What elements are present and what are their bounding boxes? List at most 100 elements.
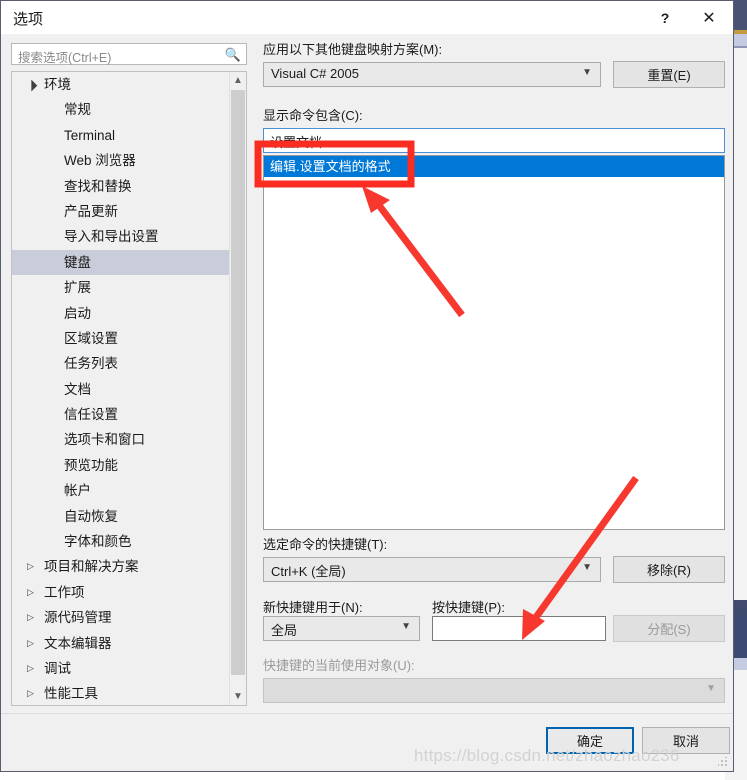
sidebar-item-4[interactable]: 查找和替换 bbox=[12, 174, 230, 199]
expander-collapsed-icon[interactable]: ▷ bbox=[27, 656, 39, 681]
reset-button[interactable]: 重置(E) bbox=[613, 61, 725, 88]
sidebar-item-14[interactable]: 选项卡和窗口 bbox=[12, 427, 230, 452]
new-shortcut-select[interactable]: 全局 ▼ bbox=[263, 616, 420, 641]
shortcuts-label: 选定命令的快捷键(T): bbox=[263, 537, 388, 552]
search-input[interactable]: 搜索选项(Ctrl+E) 🔍 bbox=[11, 43, 247, 65]
sidebar-item-23[interactable]: ▷ 调试 bbox=[12, 656, 230, 681]
command-filter-input[interactable]: 设置文档 bbox=[263, 128, 725, 153]
sidebar-item-24[interactable]: ▷ 性能工具 bbox=[12, 681, 230, 705]
new-shortcut-value: 全局 bbox=[271, 623, 298, 638]
sidebar-item-label: 帐户 bbox=[64, 483, 91, 499]
sidebar-item-0[interactable]: ◢ 环境 bbox=[12, 72, 230, 97]
expander-collapsed-icon[interactable]: ▷ bbox=[27, 554, 39, 579]
resize-grip[interactable] bbox=[718, 757, 728, 767]
sidebar-item-label: 任务列表 bbox=[64, 356, 118, 372]
list-item[interactable]: 编辑.设置文档的格式 bbox=[264, 156, 724, 177]
sidebar-item-label: 性能工具 bbox=[44, 686, 98, 702]
press-shortcut-label: 按快捷键(P): bbox=[432, 600, 505, 615]
sidebar-item-label: 字体和颜色 bbox=[64, 534, 132, 550]
expander-collapsed-icon[interactable]: ▷ bbox=[27, 681, 39, 705]
chevron-down-icon: ▼ bbox=[706, 683, 716, 694]
sidebar-item-label: 常规 bbox=[64, 102, 91, 118]
sidebar-item-5[interactable]: 产品更新 bbox=[12, 199, 230, 224]
sidebar-item-16[interactable]: 帐户 bbox=[12, 478, 230, 503]
shortcuts-select[interactable]: Ctrl+K (全局) ▼ bbox=[263, 557, 601, 582]
expander-expanded-icon[interactable]: ◢ bbox=[20, 72, 46, 98]
expander-collapsed-icon[interactable]: ▷ bbox=[27, 605, 39, 630]
mapping-scheme-select[interactable]: Visual C# 2005 ▼ bbox=[263, 62, 601, 87]
current-used-select: ▼ bbox=[263, 678, 725, 703]
sidebar-item-13[interactable]: 信任设置 bbox=[12, 402, 230, 427]
sidebar-item-label: 自动恢复 bbox=[64, 508, 118, 524]
sidebar-item-7[interactable]: 键盘 bbox=[12, 249, 230, 276]
sidebar-item-label: Terminal bbox=[64, 127, 116, 143]
sidebar-item-label: 导入和导出设置 bbox=[64, 229, 159, 245]
sidebar-item-17[interactable]: 自动恢复 bbox=[12, 504, 230, 529]
sidebar-item-label: 源代码管理 bbox=[44, 610, 112, 626]
chevron-down-icon[interactable]: ▼ bbox=[230, 688, 246, 705]
page-title: 选项 bbox=[13, 11, 44, 28]
assign-button[interactable]: 分配(S) bbox=[613, 615, 725, 642]
command-results-list[interactable]: 编辑.设置文档的格式 bbox=[263, 155, 725, 530]
search-icon[interactable]: 🔍 bbox=[225, 47, 241, 63]
sidebar-item-21[interactable]: ▷ 源代码管理 bbox=[12, 605, 230, 630]
sidebar-item-10[interactable]: 区域设置 bbox=[12, 326, 230, 351]
sidebar-item-6[interactable]: 导入和导出设置 bbox=[12, 224, 230, 249]
options-tree[interactable]: ◢ 环境常规 Terminal Web 浏览器 查找和替换产品更新导入和导出设置 键盘扩展… bbox=[11, 71, 247, 706]
watermark: https://blog.csdn.net/zhaozhao236 bbox=[414, 746, 680, 765]
sidebar-item-label: 信任设置 bbox=[64, 407, 118, 423]
footer-divider bbox=[1, 713, 733, 714]
sidebar-item-19[interactable]: ▷ 项目和解决方案 bbox=[12, 554, 230, 579]
sidebar-item-1[interactable]: 常规 bbox=[12, 97, 230, 122]
help-button[interactable]: ? bbox=[643, 1, 687, 34]
sidebar-item-2[interactable]: Terminal bbox=[12, 123, 230, 148]
sidebar-item-12[interactable]: 文档 bbox=[12, 377, 230, 402]
current-used-label: 快捷键的当前使用对象(U): bbox=[263, 658, 415, 673]
sidebar-item-label: 项目和解决方案 bbox=[44, 559, 139, 575]
sidebar-item-label: 选项卡和窗口 bbox=[64, 432, 145, 448]
shortcuts-value: Ctrl+K (全局) bbox=[271, 564, 346, 579]
dialog-titlebar: 选项 ? ✕ bbox=[1, 1, 733, 35]
keyboard-options-pane: 应用以下其他键盘映射方案(M): Visual C# 2005 ▼ 重置(E) … bbox=[263, 39, 725, 703]
command-filter-value: 设置文档 bbox=[270, 135, 323, 150]
chevron-down-icon: ▼ bbox=[582, 67, 592, 78]
sidebar-item-8[interactable]: 扩展 bbox=[12, 275, 230, 300]
tree-scrollbar-thumb[interactable] bbox=[231, 90, 245, 675]
options-dialog: 选项 ? ✕ 搜索选项(Ctrl+E) 🔍 ◢ 环境常规 Terminal Web 浏… bbox=[0, 0, 734, 772]
expander-collapsed-icon[interactable]: ▷ bbox=[27, 631, 39, 656]
new-shortcut-label: 新快捷键用于(N): bbox=[263, 600, 363, 615]
sidebar-item-label: 键盘 bbox=[64, 254, 91, 270]
sidebar-item-label: 查找和替换 bbox=[64, 178, 132, 194]
sidebar-item-label: 产品更新 bbox=[64, 203, 118, 219]
close-icon[interactable]: ✕ bbox=[687, 1, 731, 34]
sidebar-item-18[interactable]: 字体和颜色 bbox=[12, 529, 230, 554]
sidebar-item-3[interactable]: Web 浏览器 bbox=[12, 148, 230, 173]
sidebar-item-label: 扩展 bbox=[64, 280, 91, 296]
chevron-down-icon: ▼ bbox=[582, 562, 592, 573]
sidebar-item-label: 区域设置 bbox=[64, 330, 118, 346]
sidebar-item-15[interactable]: 预览功能 bbox=[12, 453, 230, 478]
mapping-scheme-value: Visual C# 2005 bbox=[271, 66, 359, 81]
sidebar-item-label: 调试 bbox=[44, 660, 71, 676]
expander-collapsed-icon[interactable]: ▷ bbox=[27, 580, 39, 605]
sidebar-item-22[interactable]: ▷ 文本编辑器 bbox=[12, 631, 230, 656]
sidebar-item-label: Web 浏览器 bbox=[64, 153, 136, 169]
show-commands-label: 显示命令包含(C): bbox=[263, 108, 363, 123]
sidebar-item-label: 文本编辑器 bbox=[44, 635, 112, 651]
sidebar-item-9[interactable]: 启动 bbox=[12, 301, 230, 326]
sidebar-item-label: 文档 bbox=[64, 381, 91, 397]
sidebar-item-label: 环境 bbox=[44, 77, 71, 92]
sidebar-item-label: 启动 bbox=[64, 305, 91, 321]
sidebar-item-20[interactable]: ▷ 工作项 bbox=[12, 580, 230, 605]
search-placeholder: 搜索选项(Ctrl+E) bbox=[18, 51, 112, 65]
remove-button[interactable]: 移除(R) bbox=[613, 556, 725, 583]
tree-scrollbar[interactable]: ▲ ▼ bbox=[229, 72, 246, 705]
chevron-down-icon: ▼ bbox=[401, 621, 411, 632]
options-tree-list[interactable]: ◢ 环境常规 Terminal Web 浏览器 查找和替换产品更新导入和导出设置 键盘扩展… bbox=[12, 72, 230, 705]
chevron-up-icon[interactable]: ▲ bbox=[230, 72, 246, 89]
sidebar-item-11[interactable]: 任务列表 bbox=[12, 351, 230, 376]
sidebar-item-label: 工作项 bbox=[44, 584, 85, 600]
press-shortcut-input[interactable] bbox=[432, 616, 606, 641]
sidebar-item-label: 预览功能 bbox=[64, 457, 118, 473]
mapping-scheme-label: 应用以下其他键盘映射方案(M): bbox=[263, 42, 443, 57]
